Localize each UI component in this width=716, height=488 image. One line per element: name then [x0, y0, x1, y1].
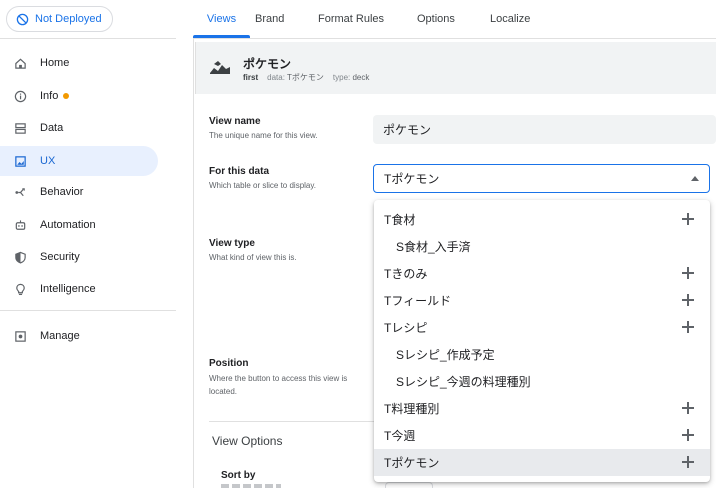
- dropdown-option-slice[interactable]: Sレシピ_今週の料理種別: [374, 368, 710, 395]
- lightbulb-icon: [14, 283, 27, 296]
- view-data-key: data:: [267, 73, 285, 82]
- sidebar-item-label: Home: [40, 57, 70, 69]
- shield-icon: [14, 251, 27, 264]
- sidebar-item-label: UX: [40, 155, 56, 167]
- sidebar-item-label: Manage: [40, 330, 80, 342]
- sidebar-item-label: Info: [40, 90, 59, 102]
- sidebar-item-data[interactable]: Data: [0, 113, 158, 143]
- position-label: Position: [209, 358, 249, 369]
- view-type-value: deck: [352, 73, 370, 82]
- pokemon-view-icon: [210, 61, 230, 74]
- sidebar-item-ux[interactable]: UX: [0, 146, 158, 176]
- ux-icon: [14, 155, 27, 168]
- sort-by-label: Sort by: [221, 470, 256, 481]
- position-help: Where the button to access this view is …: [209, 374, 348, 396]
- view-type-key: type:: [332, 73, 351, 82]
- info-icon: [14, 90, 27, 103]
- sidebar-item-manage[interactable]: Manage: [0, 321, 158, 351]
- for-data-select[interactable]: Tポケモン: [373, 164, 710, 193]
- sidebar: Not Deployed Home Info Data UX Behavior …: [0, 0, 176, 488]
- tab-localize[interactable]: Localize: [490, 0, 542, 38]
- not-deployed-icon: [16, 13, 29, 25]
- dropdown-option-selected[interactable]: Tポケモン: [374, 449, 710, 476]
- caret-up-icon: [691, 176, 699, 181]
- sidebar-item-label: Data: [40, 122, 64, 134]
- sidebar-item-intelligence[interactable]: Intelligence: [0, 274, 158, 304]
- view-meta: first data: Tポケモン type: deck: [243, 72, 369, 83]
- top-tabs: Views Brand Format Rules Options Localiz…: [193, 0, 542, 38]
- view-position: first: [243, 73, 259, 82]
- sidebar-top-divider: [0, 38, 176, 39]
- dropdown-option[interactable]: Tフィールド: [374, 287, 710, 314]
- add-icon[interactable]: [682, 402, 694, 414]
- for-data-value: Tポケモン: [384, 172, 440, 186]
- view-title: ポケモン: [243, 57, 292, 71]
- add-icon[interactable]: [682, 267, 694, 279]
- view-name-help: The unique name for this view.: [209, 131, 318, 140]
- sidebar-item-label: Intelligence: [40, 283, 96, 295]
- add-icon[interactable]: [682, 429, 694, 441]
- deploy-status-label: Not Deployed: [35, 13, 102, 25]
- tab-format-rules[interactable]: Format Rules: [318, 0, 396, 38]
- add-icon[interactable]: [682, 294, 694, 306]
- sidebar-item-label: Behavior: [40, 186, 84, 198]
- dropdown-option-slice[interactable]: S食材_入手済: [374, 233, 710, 260]
- dropdown-option-slice[interactable]: Sレシピ_作成予定: [374, 341, 710, 368]
- dropdown-option[interactable]: T料理種別: [374, 395, 710, 422]
- manage-icon: [14, 330, 27, 343]
- data-icon: [14, 122, 27, 135]
- info-notification-dot: [63, 93, 70, 99]
- panel-divider: [193, 38, 194, 488]
- sidebar-item-home[interactable]: Home: [0, 48, 158, 78]
- add-icon[interactable]: [682, 321, 694, 333]
- behavior-icon: [14, 186, 27, 199]
- view-type-help: What kind of view this is.: [209, 253, 297, 262]
- sidebar-item-info[interactable]: Info: [0, 81, 158, 111]
- sidebar-divider: [0, 310, 176, 311]
- deploy-status-chip[interactable]: Not Deployed: [6, 6, 113, 32]
- data-source-dropdown: T食材 S食材_入手済 Tきのみ Tフィールド Tレシピ Sレシピ_作成予定 S…: [374, 200, 710, 482]
- sidebar-item-security[interactable]: Security: [0, 242, 158, 272]
- tab-brand[interactable]: Brand: [255, 0, 295, 38]
- view-options-heading[interactable]: View Options: [212, 434, 282, 448]
- tab-views[interactable]: Views: [193, 0, 250, 38]
- sidebar-item-behavior[interactable]: Behavior: [0, 177, 158, 207]
- home-icon: [14, 57, 27, 70]
- add-icon[interactable]: [682, 456, 694, 468]
- view-name-input[interactable]: ポケモン: [373, 115, 716, 144]
- dropdown-option[interactable]: Tレシピ: [374, 314, 710, 341]
- tabs-underline: [193, 38, 716, 39]
- view-type-label: View type: [209, 238, 255, 249]
- automation-icon: [14, 219, 27, 232]
- dropdown-option[interactable]: T今週: [374, 422, 710, 449]
- tab-options[interactable]: Options: [417, 0, 469, 38]
- for-data-help: Which table or slice to display.: [209, 181, 317, 190]
- view-name-label: View name: [209, 116, 261, 127]
- sidebar-item-automation[interactable]: Automation: [0, 210, 158, 240]
- add-icon[interactable]: [682, 213, 694, 225]
- sidebar-item-label: Security: [40, 251, 80, 263]
- view-data-value: Tポケモン: [287, 73, 324, 82]
- dropdown-option[interactable]: Tきのみ: [374, 260, 710, 287]
- view-header[interactable]: ポケモン first data: Tポケモン type: deck: [195, 42, 716, 94]
- add-sort-button[interactable]: [385, 482, 433, 488]
- for-data-label: For this data: [209, 166, 270, 177]
- section-divider: [209, 421, 374, 422]
- sidebar-item-label: Automation: [40, 219, 96, 231]
- sort-by-help: [221, 484, 281, 488]
- dropdown-option[interactable]: T食材: [374, 206, 710, 233]
